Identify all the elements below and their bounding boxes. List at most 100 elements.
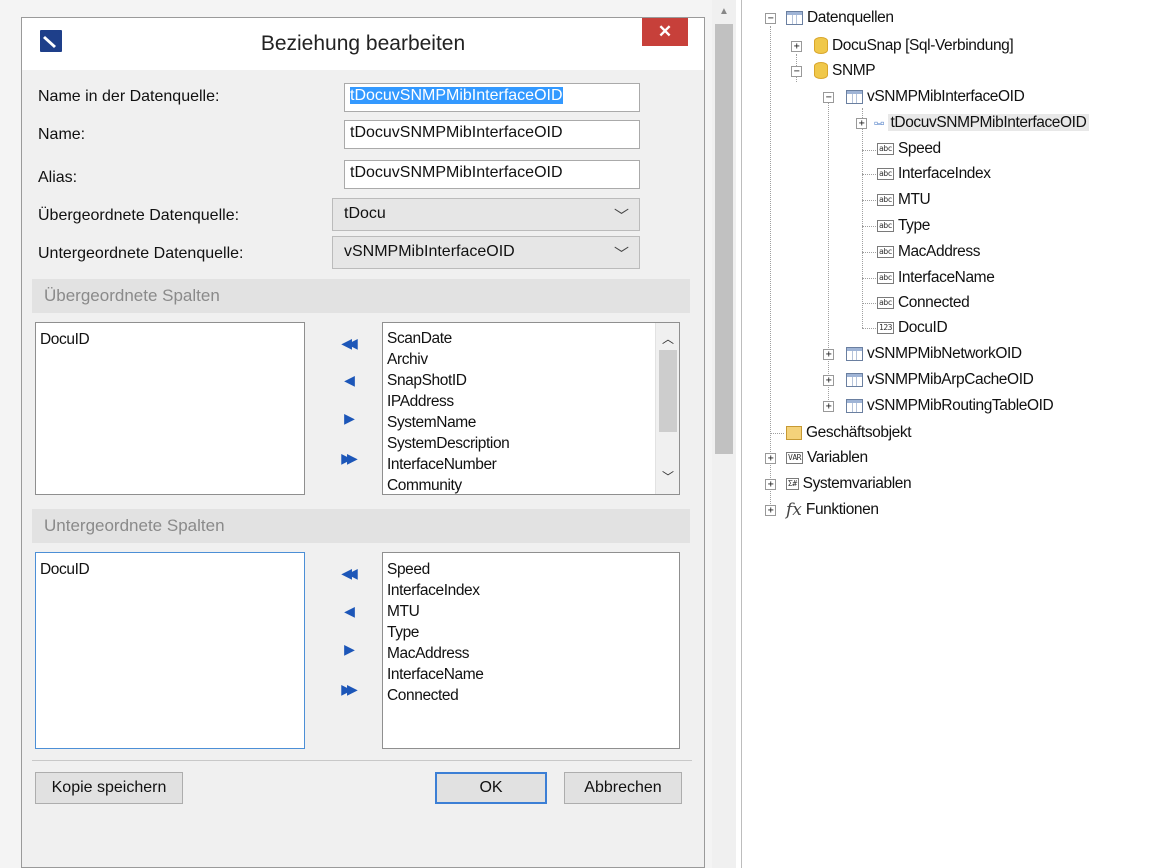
tree-node-business-object[interactable]: Geschäftsobjekt [786, 421, 912, 445]
list-item[interactable]: IPAddress [387, 391, 509, 412]
tree-line [862, 174, 876, 175]
move-all-left-button[interactable]: ◀◀ [335, 563, 359, 583]
vertical-scrollbar[interactable]: ▲ [712, 0, 736, 868]
close-button[interactable]: ✕ [642, 18, 688, 46]
list-item[interactable]: MTU [387, 601, 675, 622]
name-input[interactable]: tDocuvSNMPMibInterfaceOID [344, 120, 640, 149]
list-item[interactable]: InterfaceNumber [387, 454, 509, 475]
tree-node-table[interactable]: vSNMPMibNetworkOID [846, 342, 1022, 366]
tree-node-table[interactable]: vSNMPMibInterfaceOID [846, 85, 1025, 109]
table-icon [846, 372, 863, 387]
expand-icon[interactable]: + [791, 41, 802, 52]
tree-node-snmp[interactable]: SNMP [814, 59, 876, 83]
tree-node-label: MTU [897, 191, 931, 208]
expand-icon[interactable]: + [765, 453, 776, 464]
parent-columns-header: Übergeordnete Spalten [32, 279, 690, 313]
tree-node-field[interactable]: 123 DocuID [877, 316, 948, 340]
move-left-button[interactable]: ◀ [335, 370, 359, 390]
table-icon [846, 346, 863, 361]
tree-node-system-variables[interactable]: Σ# Systemvariablen [786, 472, 912, 496]
tree-node-table[interactable]: vSNMPMibRoutingTableOID [846, 394, 1054, 418]
expand-icon[interactable]: + [823, 401, 834, 412]
list-item[interactable]: SystemDescription [387, 433, 510, 454]
move-all-right-button[interactable]: ▶▶ [335, 679, 359, 699]
move-right-button[interactable]: ▶ [335, 408, 359, 428]
list-item[interactable]: SystemName [387, 412, 509, 433]
collapse-icon[interactable]: − [823, 92, 834, 103]
list-item[interactable]: InterfaceName [387, 664, 675, 685]
tree-node-field[interactable]: abc Speed [877, 137, 941, 161]
list-item[interactable]: InterfaceIndex [387, 580, 675, 601]
tree-node-field[interactable]: abc InterfaceIndex [877, 162, 991, 186]
field-label-child-source: Untergeordnete Datenquelle: [38, 245, 244, 262]
tree-node-label: DocuSnap [Sql-Verbindung] [832, 37, 1014, 54]
tree-node-label: InterfaceName [897, 269, 995, 286]
name-in-source-input[interactable]: tDocuvSNMPMibInterfaceOID [344, 83, 640, 112]
tree-node-field[interactable]: abc MacAddress [877, 240, 981, 264]
footer-divider [32, 760, 692, 761]
expand-icon[interactable]: + [765, 505, 776, 516]
collapse-icon[interactable]: − [791, 66, 802, 77]
list-item[interactable]: MacAddress [387, 643, 675, 664]
string-type-icon: abc [877, 167, 894, 180]
move-all-right-button[interactable]: ▶▶ [335, 448, 359, 468]
list-scrollbar[interactable]: ︿ ﹀ [655, 323, 679, 494]
cancel-button[interactable]: Abbrechen [564, 772, 682, 804]
tree-node-table[interactable]: vSNMPMibArpCacheOID [846, 368, 1034, 392]
scroll-thumb[interactable] [659, 350, 677, 432]
expand-icon[interactable]: + [856, 118, 867, 129]
tree-node-variables[interactable]: VAR Variablen [786, 446, 868, 470]
alias-input[interactable]: tDocuvSNMPMibInterfaceOID [344, 160, 640, 189]
tree-node-label: InterfaceIndex [897, 165, 991, 182]
list-item[interactable]: Connected [387, 685, 675, 706]
tree-line [862, 328, 876, 329]
list-item[interactable]: DocuID [40, 559, 300, 580]
expand-icon[interactable]: + [765, 479, 776, 490]
list-item[interactable]: SnapShotID [387, 370, 509, 391]
tree-line [770, 26, 771, 512]
expand-icon[interactable]: + [823, 375, 834, 386]
child-selected-list[interactable]: DocuID [35, 552, 305, 749]
ok-button[interactable]: OK [435, 772, 547, 804]
move-all-left-button[interactable]: ◀◀ [335, 333, 359, 353]
collapse-icon[interactable]: − [765, 13, 776, 24]
scroll-thumb[interactable] [715, 24, 733, 454]
field-label-alias: Alias: [38, 169, 78, 186]
list-item[interactable]: Speed [387, 559, 675, 580]
move-left-button[interactable]: ◀ [335, 601, 359, 621]
expand-icon[interactable]: + [823, 349, 834, 360]
parent-selected-list[interactable]: DocuID [35, 322, 305, 495]
list-item[interactable]: Type [387, 622, 675, 643]
tree-line [862, 150, 876, 151]
function-icon: fx [786, 500, 802, 520]
list-item[interactable]: Archiv [387, 349, 509, 370]
parent-source-select[interactable]: tDocu ﹀ [332, 198, 640, 231]
child-source-select[interactable]: vSNMPMibInterfaceOID ﹀ [332, 236, 640, 269]
save-copy-button[interactable]: Kopie speichern [35, 772, 183, 804]
string-type-icon: abc [877, 142, 894, 155]
tree-node-functions[interactable]: fx Funktionen [786, 498, 879, 522]
system-variable-icon: Σ# [786, 477, 799, 490]
tree-node-relation[interactable]: ▫-▫ tDocuvSNMPMibInterfaceOID [874, 111, 1090, 135]
tree-node-field[interactable]: abc Connected [877, 291, 970, 315]
list-item[interactable]: ScanDate [387, 328, 509, 349]
child-available-list[interactable]: Speed InterfaceIndex MTU Type MacAddress… [382, 552, 680, 749]
scroll-down-icon[interactable]: ﹀ [656, 467, 679, 488]
tree-node-label: MacAddress [897, 243, 981, 260]
child-source-value: vSNMPMibInterfaceOID [344, 243, 515, 260]
datasource-tree: − Datenquellen + DocuSnap [Sql-Verbindun… [742, 0, 1172, 868]
tree-node-field[interactable]: abc MTU [877, 188, 931, 212]
dialog-titlebar: Beziehung bearbeiten ✕ [22, 18, 704, 70]
tree-node-connection[interactable]: DocuSnap [Sql-Verbindung] [814, 34, 1014, 58]
tree-node-datasources[interactable]: Datenquellen [786, 6, 894, 30]
scroll-up-icon[interactable]: ︿ [656, 329, 679, 350]
tree-node-field[interactable]: abc InterfaceName [877, 266, 995, 290]
parent-available-list[interactable]: ScanDate Archiv SnapShotID IPAddress Sys… [382, 322, 680, 495]
tree-node-label: vSNMPMibArpCacheOID [867, 371, 1034, 388]
list-item[interactable]: Community [387, 475, 509, 494]
tree-node-field[interactable]: abc Type [877, 214, 930, 238]
scroll-up-icon[interactable]: ▲ [712, 6, 736, 17]
table-icon [786, 10, 803, 25]
list-item[interactable]: DocuID [40, 329, 300, 350]
move-right-button[interactable]: ▶ [335, 639, 359, 659]
